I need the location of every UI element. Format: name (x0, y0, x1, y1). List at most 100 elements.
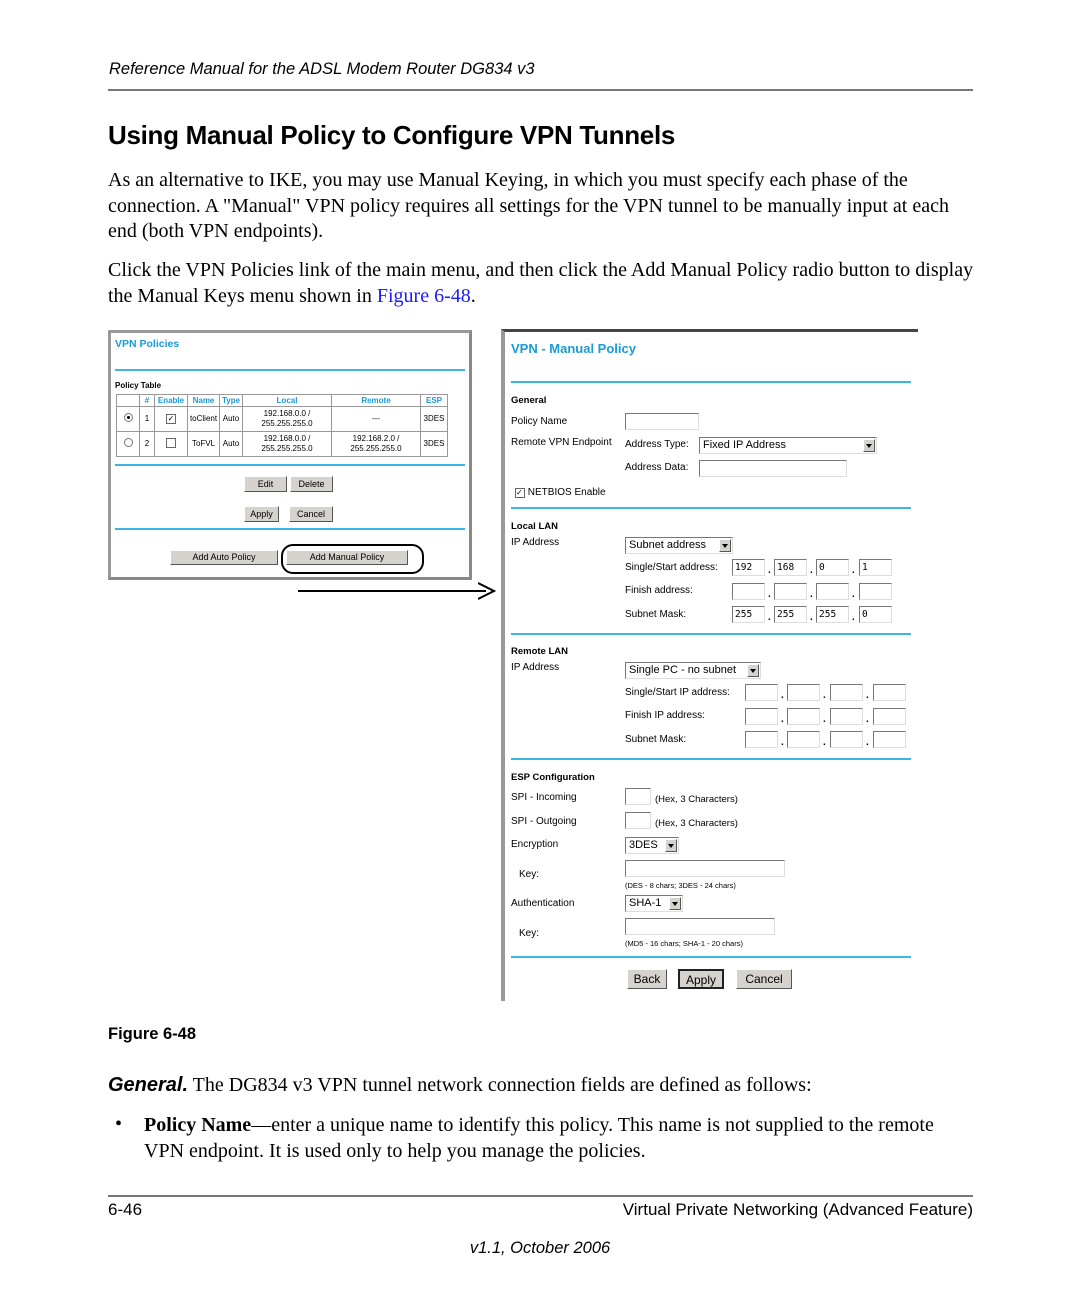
edit-button[interactable]: Edit (244, 476, 287, 492)
row-number: 2 (139, 431, 155, 457)
figure-link[interactable]: Figure 6-48 (377, 285, 471, 307)
instruction-text: Click the VPN Policies link of the main … (108, 259, 974, 307)
mask-octet-4[interactable] (873, 731, 906, 748)
mask-octet-2[interactable]: 255 (774, 606, 807, 623)
netbios-checkbox[interactable]: ✓ (515, 488, 525, 498)
spi-outgoing-hint: (Hex, 3 Characters) (655, 818, 738, 829)
start-octet-3[interactable]: 0 (816, 559, 849, 576)
version-date: v1.1, October 2006 (469, 1239, 611, 1257)
col-esp: ESP (420, 394, 448, 407)
select-radio[interactable] (123, 413, 133, 422)
row-type: Auto (219, 406, 243, 432)
running-header: Reference Manual for the ADSL Modem Rout… (109, 60, 535, 78)
row-remote: --- (331, 406, 421, 432)
row-name: toClient (187, 406, 220, 432)
chevron-down-icon[interactable] (669, 897, 681, 910)
address-type-select[interactable]: Fixed IP Address (699, 437, 877, 454)
cancel-button[interactable]: Cancel (289, 506, 333, 522)
col-local: Local (242, 394, 332, 407)
start-octet-2[interactable]: 168 (774, 559, 807, 576)
enable-checkbox[interactable]: ✓ (166, 414, 176, 424)
table-row[interactable]: 1 ✓ toClient Auto 192.168.0.0 /255.255.2… (116, 406, 448, 432)
mask-octet-1[interactable]: 255 (732, 606, 765, 623)
divider (115, 464, 465, 466)
remote-ip-type-select[interactable]: Single PC - no subnet (625, 662, 761, 679)
delete-button[interactable]: Delete (290, 476, 333, 492)
authentication-select[interactable]: SHA-1 (625, 895, 683, 912)
address-data-input[interactable] (699, 460, 847, 477)
finish-octet-1[interactable] (745, 708, 778, 725)
encryption-value: 3DES (629, 839, 658, 851)
chevron-down-icon[interactable] (719, 539, 731, 552)
enable-checkbox[interactable] (166, 437, 176, 448)
finish-octet-2[interactable] (774, 583, 807, 600)
col-remote: Remote (331, 394, 421, 407)
mask-octet-1[interactable] (745, 731, 778, 748)
remote-ip: --- (372, 414, 380, 423)
header-rule (108, 89, 973, 91)
remote-ip-type-value: Single PC - no subnet (629, 664, 737, 676)
policy-name-label: Policy Name (511, 416, 568, 427)
chevron-down-icon[interactable] (863, 439, 875, 452)
divider (511, 758, 911, 760)
octet-separator: . (823, 690, 826, 701)
octet-separator: . (823, 737, 826, 748)
local-ip: 192.168.0.0 / (263, 409, 311, 418)
esp-heading: ESP Configuration (511, 772, 595, 783)
cancel-button[interactable]: Cancel (736, 969, 792, 989)
remote-endpoint-label: Remote VPN Endpoint (511, 437, 612, 448)
mask-octet-4[interactable]: 0 (859, 606, 892, 623)
start-octet-4[interactable]: 1 (859, 559, 892, 576)
table-row[interactable]: 2 ToFVL Auto 192.168.0.0 /255.255.255.0 … (116, 431, 448, 457)
spi-incoming-input[interactable] (625, 788, 651, 805)
finish-octet-3[interactable] (816, 583, 849, 600)
intro-paragraph: As an alternative to IKE, you may use Ma… (108, 169, 949, 242)
encryption-key-input[interactable] (625, 860, 785, 877)
policy-name-input[interactable] (625, 413, 699, 430)
select-radio[interactable] (123, 438, 133, 447)
finish-octet-2[interactable] (787, 708, 820, 725)
general-paragraph: General. The DG834 v3 VPN tunnel network… (108, 1073, 978, 1099)
octet-separator: . (781, 737, 784, 748)
apply-button[interactable]: Apply (244, 506, 279, 522)
octet-separator: . (852, 565, 855, 576)
spi-outgoing-label: SPI - Outgoing (511, 816, 577, 827)
octet-separator: . (810, 589, 813, 600)
row-number: 1 (139, 406, 155, 432)
divider (511, 507, 911, 509)
octet-separator: . (866, 737, 869, 748)
policy-table-caption: Policy Table (115, 381, 162, 390)
chevron-down-icon[interactable] (665, 839, 677, 852)
remote-ip: 192.168.2.0 / (352, 434, 400, 443)
local-ip-type-select[interactable]: Subnet address (625, 537, 733, 554)
start-octet-1[interactable]: 192 (732, 559, 765, 576)
divider (115, 528, 465, 530)
encryption-select[interactable]: 3DES (625, 837, 679, 854)
chevron-down-icon[interactable] (747, 664, 759, 677)
mask-octet-3[interactable] (830, 731, 863, 748)
octet-separator: . (852, 612, 855, 623)
apply-button[interactable]: Apply (678, 969, 724, 989)
add-auto-policy-button[interactable]: Add Auto Policy (170, 550, 278, 565)
finish-octet-4[interactable] (873, 708, 906, 725)
start-octet-4[interactable] (873, 684, 906, 701)
mask-octet-3[interactable]: 255 (816, 606, 849, 623)
bullet-term: Policy Name (144, 1114, 252, 1136)
auth-key-hint: (MD5 - 16 chars; SHA-1 - 20 chars) (625, 939, 743, 948)
row-local: 192.168.0.0 /255.255.255.0 (242, 406, 332, 432)
divider (511, 956, 911, 958)
finish-octet-4[interactable] (859, 583, 892, 600)
start-octet-2[interactable] (787, 684, 820, 701)
finish-octet-1[interactable] (732, 583, 765, 600)
auth-key-input[interactable] (625, 918, 775, 935)
start-octet-3[interactable] (830, 684, 863, 701)
back-button[interactable]: Back (627, 969, 667, 989)
instruction-end: . (470, 284, 476, 307)
finish-octet-3[interactable] (830, 708, 863, 725)
authentication-value: SHA-1 (629, 897, 662, 909)
mask-octet-2[interactable] (787, 731, 820, 748)
spi-outgoing-input[interactable] (625, 812, 651, 829)
bullet-text: —enter a unique name to identify this po… (144, 1114, 934, 1162)
start-octet-1[interactable] (745, 684, 778, 701)
divider (511, 381, 911, 383)
